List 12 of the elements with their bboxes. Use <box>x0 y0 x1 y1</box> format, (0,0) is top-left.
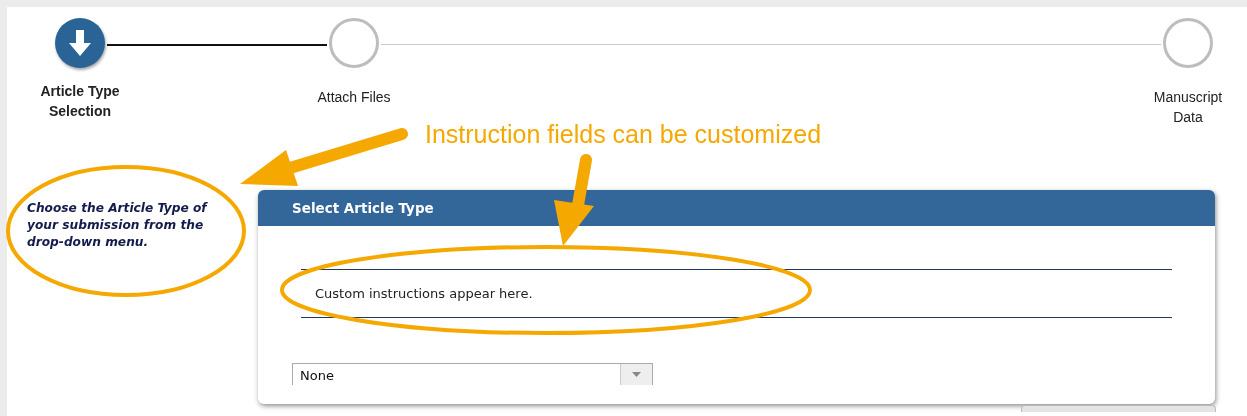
step-label: Article Type Selection <box>39 82 121 121</box>
panel-title: Select Article Type <box>292 200 434 216</box>
custom-instructions: Custom instructions appear here. <box>301 269 1172 318</box>
step-label: Attach Files <box>317 88 391 107</box>
article-type-dropdown[interactable]: None <box>292 363 653 385</box>
side-instructions: Choose the Article Type of your submission from the drop-down menu. <box>27 200 209 251</box>
step-label: Manuscript Data <box>1152 88 1224 127</box>
annotation-text: Instruction fields can be customized <box>425 120 822 149</box>
caret-icon <box>632 372 641 377</box>
button-background[interactable] <box>1021 405 1216 412</box>
step-circle[interactable] <box>55 18 105 68</box>
down-arrow-icon <box>66 28 94 58</box>
